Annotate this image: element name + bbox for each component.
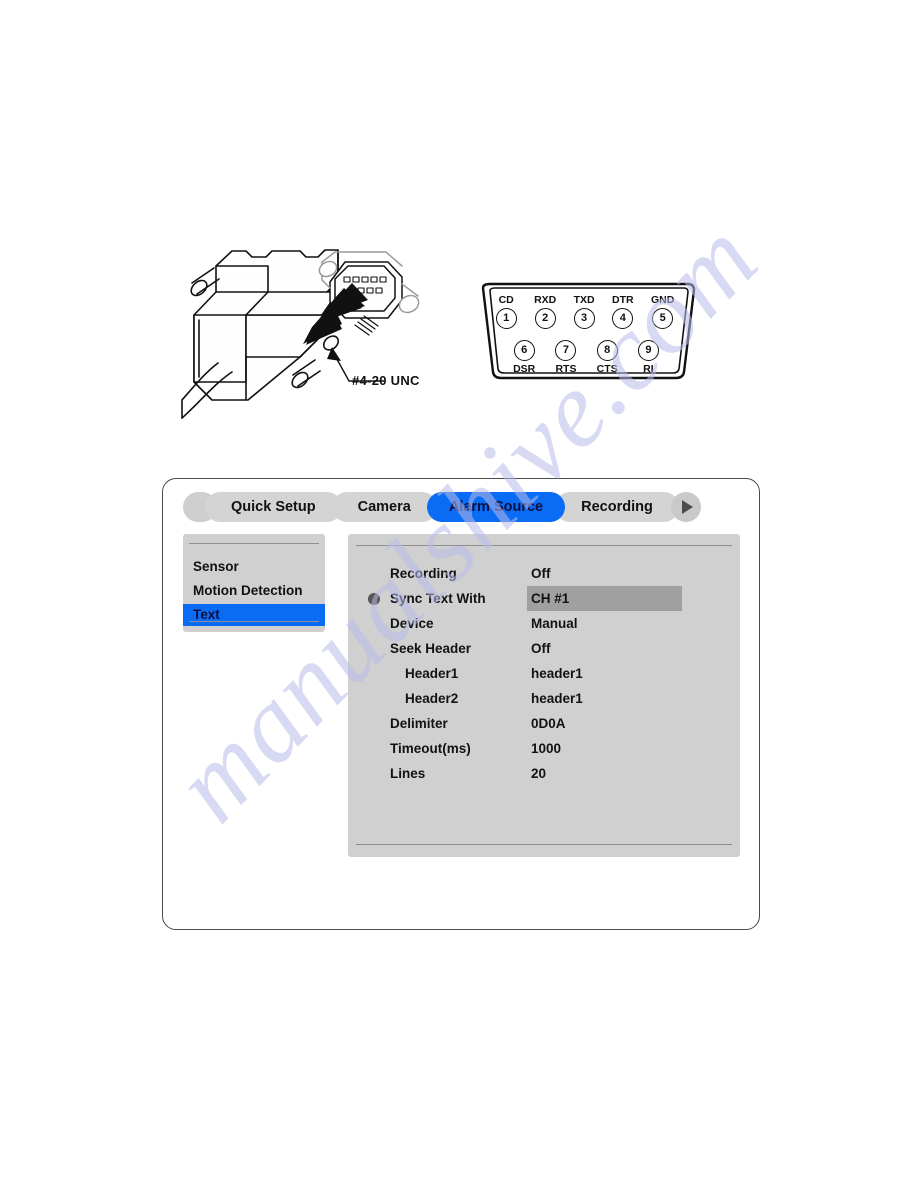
settings-rows: Recording Off Sync Text With CH #1 Devic… [348,561,740,786]
setting-label: Device [390,616,434,631]
pin-number: 2 [534,308,556,329]
dvr-menu-card: Quick Setup Camera Alarm Source Recordin… [162,478,760,930]
setting-label: Header1 [405,666,459,681]
setting-row-sync-text-with[interactable]: Sync Text With CH #1 [348,586,740,611]
setting-value[interactable]: CH #1 [527,586,682,611]
setting-label: Recording [390,566,457,581]
setting-row-header1[interactable]: Header1 header1 [348,661,740,686]
setting-value[interactable]: Manual [527,611,582,636]
pin-signal-label: RTS [555,363,577,375]
pin-number: 9 [637,340,659,361]
panel-divider-bottom [356,844,732,845]
pin-number: 4 [612,308,634,329]
selection-bullet-icon [368,593,380,605]
setting-row-timeout[interactable]: Timeout(ms) 1000 [348,736,740,761]
settings-panel: Recording Off Sync Text With CH #1 Devic… [348,534,740,857]
pin-number: 8 [596,340,618,361]
pin-number: 3 [573,308,595,329]
setting-value[interactable]: 1000 [527,736,565,761]
sidebar-divider-top [189,543,319,544]
pinout-top-row: CD 1 RXD 2 TXD 3 DTR 4 GND 5 [487,294,683,329]
setting-label: Sync Text With [390,591,486,606]
pinout-bottom-row: 6 DSR 7 RTS 8 CTS 9 RI [503,340,669,375]
pin-number: 7 [555,340,577,361]
pin-signal-label: DSR [513,363,536,375]
tab-bar: Quick Setup Camera Alarm Source Recordin… [183,491,701,523]
setting-label: Lines [390,766,426,781]
sidebar-divider-bottom [189,621,319,622]
sidebar-item-text[interactable]: Text [183,604,325,626]
setting-row-header2[interactable]: Header2 header1 [348,686,740,711]
pin-signal-label: TXD [573,294,595,306]
setting-row-lines[interactable]: Lines 20 [348,761,740,786]
pin-signal-label: CTS [596,363,618,375]
pin-number: 1 [495,308,517,329]
sidebar-item-motion-detection[interactable]: Motion Detection [183,580,325,602]
next-arrow-icon[interactable] [670,492,701,522]
sidebar-item-sensor[interactable]: Sensor [183,556,325,578]
tab-alarm-source[interactable]: Alarm Source [426,492,566,522]
pin-number: 6 [513,340,535,361]
tab-quick-setup[interactable]: Quick Setup [205,492,342,522]
pin-signal-label: DTR [611,294,634,306]
panel-divider-top [356,545,732,546]
setting-value[interactable]: 20 [527,761,550,786]
setting-value[interactable]: header1 [527,686,587,711]
setting-value[interactable]: Off [527,636,555,661]
tab-camera[interactable]: Camera [331,492,437,522]
pin-signal-label: RI [643,363,654,375]
setting-label: Header2 [405,691,459,706]
setting-row-recording[interactable]: Recording Off [348,561,740,586]
setting-label: Seek Header [390,641,472,656]
thread-spec-label: #4-20 UNC [352,373,420,388]
pin-number: 5 [652,308,674,329]
setting-row-delimiter[interactable]: Delimiter 0D0A [348,711,740,736]
pin-signal-label: CD [498,294,514,306]
pin-signal-label: RXD [534,294,557,306]
setting-value[interactable]: Off [527,561,555,586]
setting-value[interactable]: header1 [527,661,587,686]
submenu-sidebar: Sensor Motion Detection Text [183,534,325,632]
tab-recording[interactable]: Recording [555,492,679,522]
serial-connector-illustration: CD 1 RXD 2 TXD 3 DTR 4 GND 5 6 DSR 7 RTS… [0,0,918,470]
pin-signal-label: GND [650,294,675,306]
setting-row-seek-header[interactable]: Seek Header Off [348,636,740,661]
setting-label: Delimiter [390,716,448,731]
setting-value[interactable]: 0D0A [527,711,570,736]
setting-row-device[interactable]: Device Manual [348,611,740,636]
setting-label: Timeout(ms) [390,741,471,756]
